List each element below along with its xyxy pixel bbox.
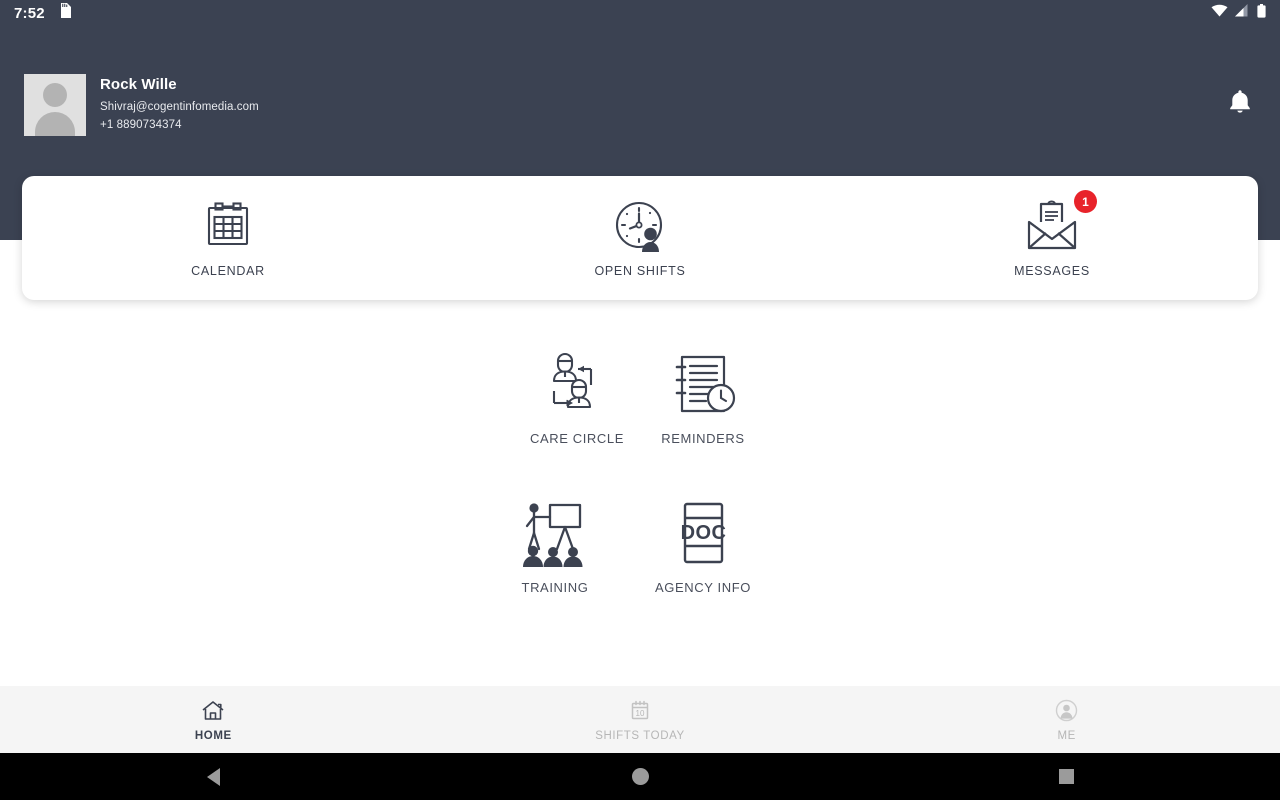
svg-text:10: 10	[636, 709, 645, 718]
tab-label: HOME	[194, 729, 232, 742]
tab-label: ME	[1057, 729, 1076, 742]
notepad-clock-icon	[666, 345, 740, 423]
back-button[interactable]	[0, 767, 427, 786]
home-icon	[201, 698, 225, 724]
grid-row: CARE CIRCLE REMINDERS	[0, 345, 1280, 446]
grid-row: TRAINING DOC AGENCY INFO	[0, 494, 1280, 595]
tab-shifts-today[interactable]: 10 SHIFTS TODAY	[427, 698, 854, 742]
profile-phone: +1 8890734374	[100, 119, 182, 131]
quick-actions-card: CALENDAR OPEN SHIFTS 1 MESSAGES	[22, 176, 1258, 300]
bell-icon	[1228, 88, 1252, 120]
status-bar-left: 7:52	[14, 3, 71, 23]
sd-card-icon	[59, 3, 71, 23]
quick-action-calendar[interactable]: CALENDAR	[22, 198, 434, 278]
svg-text:DOC: DOC	[681, 522, 727, 544]
messages-badge: 1	[1074, 190, 1097, 213]
triangle-back-icon	[206, 767, 220, 786]
quick-action-label: OPEN SHIFTS	[594, 264, 686, 278]
avatar	[24, 74, 86, 136]
person-circle-icon	[1055, 698, 1078, 724]
tab-home[interactable]: HOME	[0, 698, 427, 742]
menu-item-agency-info[interactable]: DOC AGENCY INFO	[618, 494, 788, 595]
avatar-body-shape	[35, 112, 75, 136]
avatar-head-shape	[43, 83, 67, 107]
profile-email: Shivraj@cogentinfomedia.com	[100, 101, 259, 113]
status-bar: 7:52	[0, 0, 1280, 26]
home-button[interactable]	[427, 768, 854, 785]
app-screen: 7:52 Rock Wille Shivraj@cogentinfomedia.…	[0, 0, 1280, 800]
menu-item-label: TRAINING	[521, 580, 589, 595]
profile-text-block: Rock Wille Shivraj@cogentinfomedia.com +…	[100, 74, 259, 134]
tab-me[interactable]: ME	[853, 698, 1280, 742]
profile-name: Rock Wille	[100, 76, 177, 93]
menu-item-label: REMINDERS	[661, 431, 745, 446]
recents-button[interactable]	[853, 769, 1280, 784]
menu-item-care-circle[interactable]: CARE CIRCLE	[514, 345, 640, 446]
main-menu-grid: CARE CIRCLE REMINDERS TRAINING DOC AGENC…	[0, 345, 1280, 595]
calendar-icon	[200, 198, 256, 254]
quick-action-messages[interactable]: 1 MESSAGES	[846, 190, 1258, 278]
quick-action-open-shifts[interactable]: OPEN SHIFTS	[434, 198, 846, 278]
training-presenter-icon	[517, 494, 593, 572]
profile-summary[interactable]: Rock Wille Shivraj@cogentinfomedia.com +…	[24, 74, 259, 136]
status-time: 7:52	[14, 4, 45, 22]
clock-person-icon	[612, 198, 668, 254]
circle-home-icon	[631, 768, 649, 785]
care-circle-icon	[540, 345, 614, 423]
calendar-10-icon: 10	[629, 698, 651, 724]
menu-item-label: CARE CIRCLE	[529, 431, 624, 446]
square-recents-icon	[1059, 769, 1075, 784]
tab-label: SHIFTS TODAY	[595, 729, 685, 742]
cellular-signal-icon	[1235, 4, 1250, 22]
wifi-icon	[1211, 4, 1228, 22]
quick-action-label: CALENDAR	[191, 264, 265, 278]
menu-item-reminders[interactable]: REMINDERS	[640, 345, 766, 446]
notification-bell-button[interactable]	[1222, 86, 1258, 122]
menu-item-training[interactable]: TRAINING	[492, 494, 618, 595]
battery-icon	[1257, 3, 1266, 23]
open-envelope-icon: 1	[1021, 190, 1097, 254]
bottom-tab-bar: HOME 10 SHIFTS TODAY ME	[0, 686, 1280, 753]
status-bar-right	[1211, 3, 1266, 23]
android-nav-bar	[0, 753, 1280, 800]
doc-icon: DOC	[666, 494, 740, 572]
quick-action-label: MESSAGES	[1014, 264, 1090, 278]
menu-item-label: AGENCY INFO	[655, 580, 751, 595]
